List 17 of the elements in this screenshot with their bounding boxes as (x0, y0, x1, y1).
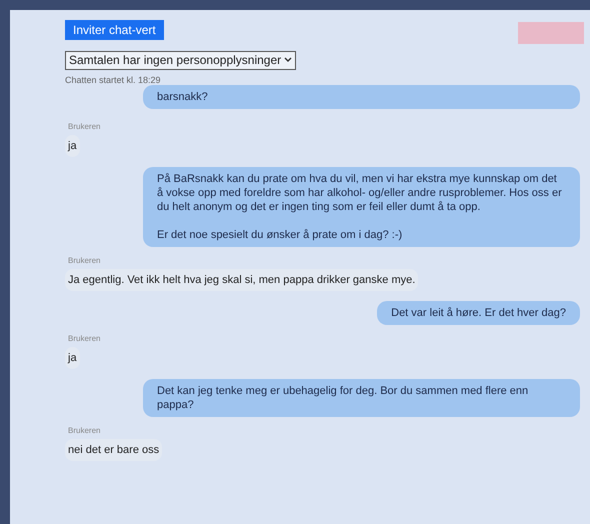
message-bubble: Det var leit å høre. Er det hver dag? (377, 301, 580, 325)
chevron-down-icon (284, 57, 292, 63)
message-bubble: Ja egentlig. Vet ikk helt hva jeg skal si, men pappa drikker ganske mye. (65, 269, 418, 291)
message-bubble: barsnakk? (143, 85, 580, 109)
message-bubble: På BaRsnakk kan du prate om hva du vil, men vi har ekstra mye kunnskap om det å vokse opp med foreldre som har alkohol- og/eller andre rusproblemer. Hos oss er du helt anonym og det er ingen ting som er feil eller dumt å ta opp. Er det noe spesielt du ønsker å prate om i dag? :-) (143, 167, 580, 247)
privacy-select[interactable]: Samtalen har ingen personopplysninger (65, 50, 296, 70)
message-bubble: ja (65, 347, 80, 369)
message-bubble: nei det er bare oss (65, 439, 162, 461)
sender-name: Brukeren (68, 425, 100, 437)
sender-name: Brukeren (68, 121, 100, 133)
message-bubble: ja (65, 135, 80, 157)
sender-name: Brukeren (68, 333, 100, 345)
message-bubble: Det kan jeg tenke meg er ubehagelig for deg. Bor du sammen med flere enn pappa? (143, 379, 580, 417)
invite-button[interactable]: Inviter chat-vert (65, 20, 164, 40)
end-button[interactable] (518, 22, 584, 44)
sender-name: Brukeren (68, 255, 100, 267)
chat-start-time: Chatten startet kl. 18:29 (65, 74, 162, 85)
